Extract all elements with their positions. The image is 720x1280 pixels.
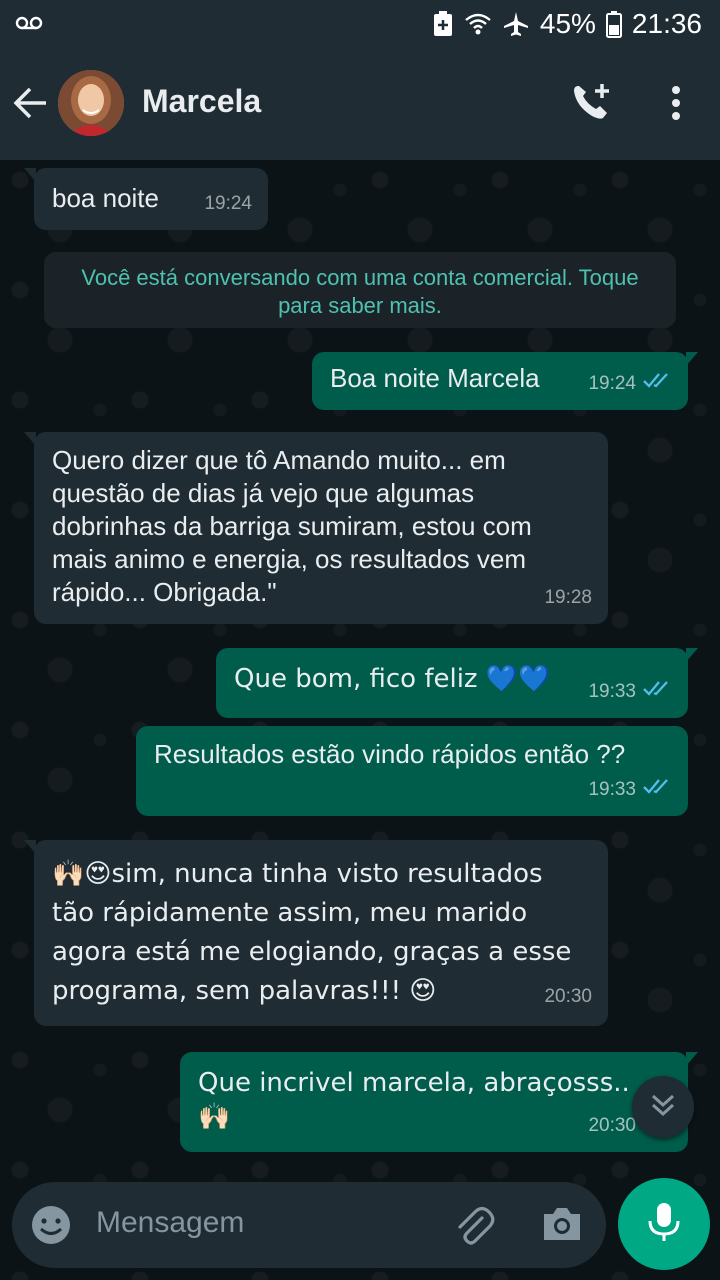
message-time: 19:33	[588, 779, 636, 800]
read-ticks-icon	[642, 675, 672, 708]
message-text: 🙌🏻😍sim, nunca tinha visto resultados tão…	[52, 859, 572, 1006]
clock: 21:36	[631, 8, 702, 39]
message-time: 19:28	[544, 587, 592, 608]
message-text: Resultados estão vindo rápidos então ??	[154, 739, 626, 769]
message-time: 20:30	[588, 1115, 636, 1136]
read-ticks-icon	[642, 773, 672, 806]
message-incoming[interactable]: 🙌🏻😍sim, nunca tinha visto resultados tão…	[24, 840, 608, 1026]
emoji-icon[interactable]	[30, 1204, 72, 1251]
camera-icon[interactable]	[540, 1204, 584, 1249]
battery-icon	[605, 10, 622, 38]
add-call-icon[interactable]	[570, 80, 614, 129]
double-chevron-down-icon	[648, 1090, 678, 1125]
contact-name[interactable]: Marcela	[142, 83, 261, 120]
airplane-mode-icon	[502, 10, 530, 38]
message-time: 19:33	[588, 681, 636, 702]
voice-record-button[interactable]	[618, 1178, 710, 1270]
message-input[interactable]: Mensagem	[96, 1206, 244, 1240]
message-text: Quero dizer que tô Amando muito... em qu…	[52, 445, 532, 607]
chat-header: Marcela	[0, 50, 720, 160]
message-time: 19:24	[204, 193, 252, 214]
message-text: boa noite	[52, 183, 159, 213]
read-ticks-icon	[642, 367, 672, 400]
message-composer: Mensagem	[12, 1182, 606, 1268]
message-time: 20:30	[544, 986, 592, 1007]
message-outgoing[interactable]: Resultados estão vindo rápidos então ?? …	[136, 726, 688, 816]
status-bar: 45% 21:36	[0, 0, 720, 50]
battery-percent: 45%	[539, 8, 596, 39]
message-outgoing[interactable]: Boa noite Marcela 19:24	[312, 352, 698, 410]
contact-avatar[interactable]	[58, 70, 124, 136]
scroll-to-bottom-button[interactable]	[632, 1076, 694, 1138]
message-text: Que incrivel marcela, abraçosss.. 🙌🏻	[198, 1068, 630, 1132]
back-arrow-icon[interactable]	[12, 84, 50, 127]
business-account-notice[interactable]: Você está conversando com uma conta come…	[44, 252, 676, 328]
wifi-icon	[464, 11, 492, 37]
message-time: 19:24	[588, 373, 636, 394]
message-outgoing[interactable]: Que bom, fico feliz 💙💙 19:33	[216, 648, 698, 718]
attach-icon[interactable]	[452, 1204, 496, 1253]
mic-icon	[646, 1201, 682, 1248]
message-incoming[interactable]: Quero dizer que tô Amando muito... em qu…	[24, 432, 608, 624]
voicemail-icon	[14, 10, 44, 41]
message-text: Boa noite Marcela	[330, 363, 540, 393]
message-incoming[interactable]: boa noite 19:24	[24, 168, 268, 230]
message-outgoing[interactable]: Que incrivel marcela, abraçosss.. 🙌🏻 20:…	[180, 1052, 698, 1152]
message-text: Que bom, fico feliz 💙💙	[234, 664, 551, 694]
more-vert-icon[interactable]	[666, 84, 686, 127]
battery-saver-icon	[432, 10, 454, 38]
